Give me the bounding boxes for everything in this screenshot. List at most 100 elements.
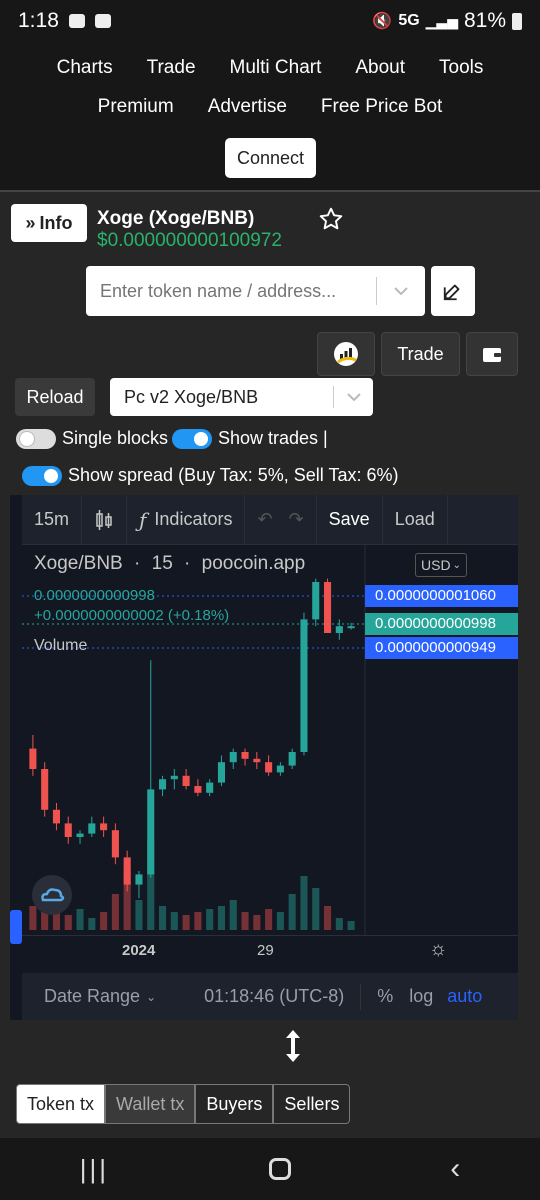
show-spread-row: Show spread (Buy Tax: 5%, Sell Tax: 6%) xyxy=(22,465,399,486)
reload-button[interactable]: Reload xyxy=(15,378,95,416)
footer-divider xyxy=(360,983,362,1010)
single-blocks-row: Single blocks xyxy=(16,428,168,449)
legend-source: poocoin.app xyxy=(201,553,306,574)
save-button[interactable]: Save xyxy=(317,494,383,545)
legend-symbol: Xoge/BNB xyxy=(34,553,123,574)
home-icon[interactable] xyxy=(268,1158,291,1180)
single-blocks-toggle[interactable] xyxy=(16,428,56,449)
wallet-button[interactable] xyxy=(466,332,518,376)
tab-buyers[interactable]: Buyers xyxy=(195,1084,274,1124)
volume-bar xyxy=(88,918,96,930)
undo-icon[interactable]: ↶ xyxy=(257,509,272,530)
legend-volume: Volume xyxy=(34,637,88,654)
volume-bar xyxy=(253,915,261,930)
volume-bar xyxy=(159,906,167,930)
info-button-label: Info xyxy=(39,212,73,233)
info-button[interactable]: » Info xyxy=(11,204,87,242)
token-title: Xoge (Xoge/BNB) xyxy=(97,208,255,229)
tab-wallet-tx[interactable]: Wallet tx xyxy=(105,1084,196,1124)
resize-vertical-icon[interactable] xyxy=(282,1028,304,1064)
candle-body xyxy=(217,762,225,783)
volume-bar xyxy=(64,915,72,930)
nav-free-price-bot[interactable]: Free Price Bot xyxy=(321,96,442,118)
volume-bar xyxy=(194,912,202,930)
chart-canvas[interactable]: Xoge/BNB · 15 · poocoin.app 0.0000000000… xyxy=(22,545,518,935)
show-trades-label: Show trades | xyxy=(218,428,328,448)
candle-body xyxy=(229,752,237,763)
chevron-down-icon: ⌄ xyxy=(452,559,461,571)
interval-button[interactable]: 15m xyxy=(22,494,83,545)
nav-about[interactable]: About xyxy=(355,57,405,79)
nav-multi-chart[interactable]: Multi Chart xyxy=(230,57,322,79)
nav-trade[interactable]: Trade xyxy=(147,57,196,79)
tab-sellers[interactable]: Sellers xyxy=(273,1084,351,1124)
mute-icon: 🔇 xyxy=(372,13,393,30)
nav-charts[interactable]: Charts xyxy=(57,57,113,79)
tradingview-logo[interactable] xyxy=(32,875,72,915)
back-icon[interactable]: ‹ xyxy=(450,1152,460,1186)
pair-select[interactable]: Pc v2 Xoge/BNB xyxy=(110,378,373,416)
volume-bar xyxy=(29,906,37,930)
candle-body xyxy=(324,582,332,633)
candle-body xyxy=(170,775,178,780)
volume-bar xyxy=(135,900,143,930)
chart-toolbar: 15m ƒ Indicators ↶ ↷ Save Load xyxy=(22,494,518,545)
nav-tools[interactable]: Tools xyxy=(439,57,483,79)
load-button[interactable]: Load xyxy=(383,494,448,545)
pair-select-value: Pc v2 Xoge/BNB xyxy=(124,386,259,407)
volume-bar xyxy=(76,909,84,930)
volume-bar xyxy=(170,912,178,930)
volume-bar xyxy=(265,909,273,930)
currency-select[interactable]: USD ⌄ xyxy=(415,553,467,577)
legend-change: +0.0000000000002 (+0.18%) xyxy=(34,607,230,624)
system-navigation-bar: ||| ‹ xyxy=(0,1138,540,1200)
volume-bar xyxy=(182,915,190,930)
candle-body xyxy=(64,823,72,837)
volume-bar xyxy=(100,912,108,930)
nav-advertise[interactable]: Advertise xyxy=(208,96,287,118)
signal-icon: ▁▃▅ xyxy=(425,12,458,29)
left-edge-tab[interactable] xyxy=(10,910,22,944)
tab-token-tx[interactable]: Token tx xyxy=(16,1084,106,1124)
chevron-down-icon[interactable] xyxy=(391,281,411,301)
star-icon[interactable] xyxy=(318,206,344,232)
candle-body xyxy=(88,823,96,834)
currency-value: USD xyxy=(421,557,451,573)
log-toggle[interactable]: log xyxy=(409,986,433,1007)
recent-apps-icon[interactable]: ||| xyxy=(80,1154,109,1185)
gallery-icon xyxy=(94,14,111,28)
status-bar: 1:18 🔇 5G ▁▃▅ 81% xyxy=(0,0,540,42)
function-icon: ƒ xyxy=(139,507,147,532)
volume-bar xyxy=(111,894,119,930)
indicators-button[interactable]: ƒ Indicators xyxy=(127,494,246,545)
top-navigation: Charts Trade Multi Chart About Tools Pre… xyxy=(0,42,540,190)
nav-row-secondary: Premium Advertise Free Price Bot xyxy=(0,96,540,118)
candle-body xyxy=(100,823,108,831)
percent-toggle[interactable]: % xyxy=(377,986,393,1007)
chart-legend: Xoge/BNB · 15 · poocoin.app xyxy=(34,553,306,574)
chart-logo-button[interactable] xyxy=(317,332,375,376)
chevron-down-icon: ⌄ xyxy=(146,989,157,1004)
show-spread-toggle[interactable] xyxy=(22,465,62,486)
candle-body xyxy=(312,582,320,620)
volume-bar xyxy=(229,900,237,930)
candle-body xyxy=(159,779,167,790)
volume-bar xyxy=(241,912,249,930)
connect-button[interactable]: Connect xyxy=(225,138,316,178)
date-range-button[interactable]: Date Range ⌄ xyxy=(44,986,156,1007)
candle-body xyxy=(300,619,308,752)
candle-type-button[interactable] xyxy=(82,494,128,545)
redo-icon[interactable]: ↷ xyxy=(289,509,304,530)
show-trades-toggle[interactable] xyxy=(172,428,212,449)
edit-token-button[interactable] xyxy=(431,266,475,316)
nav-premium[interactable]: Premium xyxy=(98,96,174,118)
candle-body xyxy=(253,758,261,763)
auto-toggle[interactable]: auto xyxy=(447,986,482,1007)
legend-interval: 15 xyxy=(151,553,173,574)
candle-body xyxy=(265,762,273,773)
token-search-input[interactable] xyxy=(86,280,366,302)
settings-icon[interactable]: ☼ xyxy=(429,938,447,961)
battery-icon xyxy=(512,12,522,30)
battery-percent: 81% xyxy=(463,9,506,32)
trade-button[interactable]: Trade xyxy=(381,332,460,376)
